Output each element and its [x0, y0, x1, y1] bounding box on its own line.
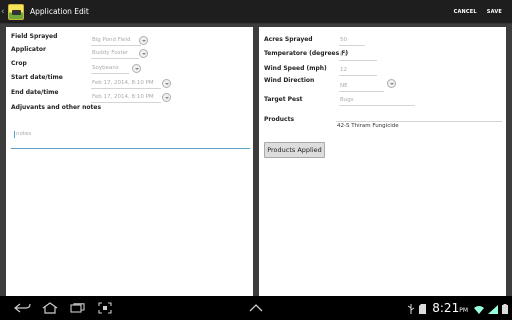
- up-chevron-icon[interactable]: ‹: [1, 7, 7, 17]
- target-pest-label: Target Pest: [264, 96, 303, 103]
- end-datetime-dropdown-icon[interactable]: [162, 93, 171, 102]
- back-icon[interactable]: [8, 296, 38, 320]
- crop-dropdown-icon[interactable]: [132, 64, 141, 73]
- battery-icon: [502, 299, 508, 318]
- products-label: Products: [264, 116, 295, 123]
- wind-direction-dropdown-icon[interactable]: [387, 79, 396, 88]
- end-datetime-label: End date/time: [11, 89, 59, 96]
- home-icon[interactable]: [35, 296, 65, 320]
- products-applied-button[interactable]: Products Applied: [264, 142, 325, 158]
- start-datetime-field[interactable]: Feb 17, 2014, 8:10 PM: [91, 79, 161, 89]
- usb-icon: [407, 299, 415, 318]
- temperature-label: Temperatore (degrees F): [264, 50, 349, 57]
- menu-up-icon[interactable]: [243, 296, 269, 320]
- clock: 8:21PM: [432, 301, 468, 315]
- wind-speed-input[interactable]: 12: [339, 66, 377, 76]
- right-panel: Acres Sprayed 50 Temperatore (degrees F)…: [259, 27, 506, 296]
- crop-label: Crop: [11, 60, 27, 67]
- status-area: 8:21PM: [407, 296, 508, 320]
- wind-direction-spinner[interactable]: NE: [339, 82, 384, 92]
- field-sprayed-label: Field Sprayed: [11, 33, 58, 40]
- signal-icon: [488, 299, 498, 318]
- products-divider: [336, 121, 502, 122]
- wind-direction-label: Wind Direction: [264, 77, 315, 84]
- content-area: Field Sprayed Big Pond Field Applicator …: [0, 24, 512, 296]
- end-datetime-field[interactable]: Feb 17, 2014, 8:10 PM: [91, 93, 161, 103]
- wind-speed-label: Wind Speed (mph): [264, 65, 327, 72]
- applicator-spinner[interactable]: Buddy Foster: [91, 49, 139, 59]
- clock-time: 8:21: [432, 301, 460, 315]
- cancel-button[interactable]: CANCEL: [454, 9, 477, 15]
- system-bar: 8:21PM: [0, 296, 512, 320]
- acres-sprayed-input[interactable]: 50: [339, 36, 365, 46]
- notes-placeholder: notes: [13, 131, 32, 138]
- crop-spinner[interactable]: Soybeans: [91, 64, 129, 74]
- left-panel: Field Sprayed Big Pond Field Applicator …: [6, 27, 253, 296]
- recent-apps-icon[interactable]: [64, 296, 92, 320]
- start-datetime-label: Start date/time: [11, 74, 63, 81]
- target-pest-input[interactable]: Bugs: [339, 96, 415, 106]
- wifi-icon: [474, 299, 484, 318]
- save-button[interactable]: SAVE: [487, 9, 502, 15]
- field-sprayed-spinner[interactable]: Big Pond Field: [91, 36, 141, 46]
- action-bar: ‹ Application Edit CANCEL SAVE: [0, 0, 512, 24]
- temperature-input[interactable]: 67: [339, 51, 377, 61]
- app-title: Application Edit: [30, 7, 89, 16]
- start-datetime-dropdown-icon[interactable]: [162, 79, 171, 88]
- adjuvants-label: Adjuvants and other notes: [11, 104, 102, 111]
- sd-card-icon: [419, 299, 427, 318]
- applicator-dropdown-icon[interactable]: [139, 49, 148, 58]
- app-logo-icon[interactable]: [8, 3, 24, 20]
- acres-sprayed-label: Acres Sprayed: [264, 36, 313, 43]
- screenshot-icon[interactable]: [92, 296, 118, 320]
- clock-ampm: PM: [459, 307, 468, 314]
- product-item[interactable]: 42-S Thiram Fungicide: [337, 123, 399, 129]
- applicator-label: Applicator: [11, 46, 46, 53]
- field-sprayed-dropdown-icon[interactable]: [139, 36, 148, 45]
- notes-input[interactable]: [11, 125, 250, 149]
